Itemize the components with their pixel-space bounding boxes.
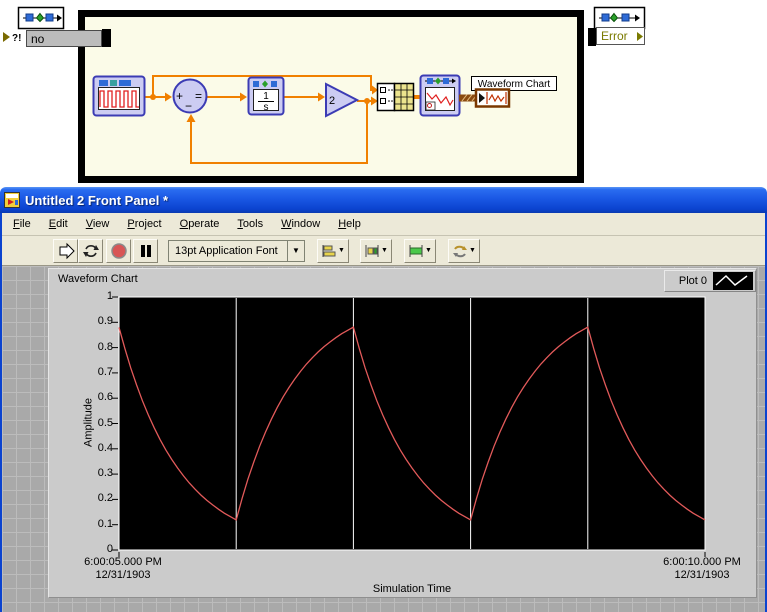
block-diagram: ?! no Error + − = 1 s 2 Waveform Chart <box>3 6 646 183</box>
front-panel-grid: Waveform Chart Plot 0 0 0.1 0.2 0.3 0.4 0.5 0.… <box>2 266 765 612</box>
font-selector-value: 13pt Application Font <box>175 244 278 257</box>
window-body: File Edit View Project Operate Tools Win… <box>0 213 767 612</box>
reorder-objects-button[interactable]: ▼ <box>448 238 480 263</box>
chevron-down-icon: ▼ <box>338 247 345 254</box>
y-axis-tick-label: 0.9 <box>97 315 113 328</box>
run-continuous-button[interactable] <box>78 238 103 263</box>
dynamic-data-wire <box>459 94 478 102</box>
menu-file[interactable]: File <box>4 214 40 235</box>
menu-project[interactable]: Project <box>118 214 170 235</box>
screen: ?! no Error + − = 1 s 2 Waveform Chart U… <box>0 0 767 612</box>
menu-view[interactable]: View <box>77 214 119 235</box>
summation-node[interactable]: + − = <box>172 78 208 114</box>
y-axis-tick-label: 0.1 <box>97 517 113 530</box>
pause-icon <box>140 244 151 257</box>
loop-halt-input-node[interactable]: ?! no <box>3 29 111 47</box>
menu-window[interactable]: Window <box>272 214 329 235</box>
chart-buffer-node[interactable] <box>419 74 461 117</box>
waveform-chart-plot-svg <box>112 296 706 557</box>
align-objects-icon <box>322 244 336 257</box>
block-diagram-window: ?! no Error + − = 1 s 2 Waveform Chart <box>0 0 767 187</box>
legend-line-sample-icon[interactable] <box>713 272 753 290</box>
front-panel-window: Untitled 2 Front Panel * File Edit View … <box>0 187 767 612</box>
y-axis-tick-label: 0.8 <box>97 340 113 353</box>
distribute-objects-icon <box>365 244 379 257</box>
menu-help[interactable]: Help <box>329 214 370 235</box>
y-axis-tick-label: 0.2 <box>97 492 113 505</box>
x-axis-title: Simulation Time <box>372 583 452 595</box>
collector-node[interactable] <box>376 82 415 112</box>
menu-tools[interactable]: Tools <box>228 214 272 235</box>
run-continuous-icon <box>82 244 99 257</box>
run-icon <box>59 242 75 259</box>
y-axis-tick-label: 0.4 <box>97 441 113 454</box>
integrator-denominator: s <box>264 102 269 113</box>
chevron-down-icon: ▼ <box>381 247 388 254</box>
x-axis-end-time: 6:00:10.000 PM <box>663 556 741 568</box>
integrator-node[interactable]: 1 s <box>247 76 285 116</box>
y-axis-tick-label: 0 <box>106 543 113 555</box>
font-selector[interactable]: 13pt Application Font ▼ <box>168 239 305 262</box>
menu-operate[interactable]: Operate <box>171 214 229 235</box>
integrator-numerator: 1 <box>263 91 269 102</box>
menu-edit[interactable]: Edit <box>40 214 77 235</box>
sum-minus-sign: − <box>185 99 192 113</box>
plot-legend[interactable]: Plot 0 <box>664 270 756 292</box>
error-label: Error <box>601 29 628 43</box>
y-axis-tick-label: 0.7 <box>97 365 113 378</box>
resize-objects-button[interactable]: ▼ <box>404 238 436 263</box>
abort-icon <box>110 242 127 259</box>
menu-bar: File Edit View Project Operate Tools Win… <box>2 213 765 236</box>
toolbar: 13pt Application Font ▼ ▼ ▼ ▼ ▼ <box>2 236 765 266</box>
simulation-loop-icon-left <box>17 6 65 30</box>
signal-generator-node[interactable] <box>92 75 146 117</box>
input-prefix: ?! <box>12 33 21 44</box>
x-axis-start-date: 12/31/1903 <box>95 569 151 581</box>
gain-value: 2 <box>329 95 335 107</box>
resize-objects-icon <box>409 244 423 257</box>
y-axis-tick-label: 1 <box>106 290 113 302</box>
loop-tunnel-left <box>102 29 111 47</box>
run-button[interactable] <box>53 238 78 263</box>
sum-equals-sign: = <box>195 89 202 103</box>
chevron-down-icon: ▼ <box>425 247 432 254</box>
reorder-objects-icon <box>453 245 468 257</box>
pause-button[interactable] <box>133 238 158 263</box>
sum-plus-sign: + <box>176 89 183 103</box>
window-title: Untitled 2 Front Panel * <box>25 192 169 208</box>
chevron-down-icon: ▼ <box>469 247 476 254</box>
distribute-objects-button[interactable]: ▼ <box>360 238 392 263</box>
y-axis-tick-label: 0.6 <box>97 391 113 404</box>
plot-area[interactable] <box>118 296 706 551</box>
y-axis-title: Amplitude <box>82 398 95 447</box>
y-axis-tick-label: 0.5 <box>97 416 113 429</box>
align-objects-button[interactable]: ▼ <box>317 238 349 263</box>
loop-error-output-node[interactable]: Error <box>588 27 645 47</box>
input-arrow-icon <box>3 32 10 42</box>
halt-input-value: no <box>31 32 45 46</box>
x-axis-end-date: 12/31/1903 <box>674 569 730 581</box>
waveform-chart-widget[interactable]: Waveform Chart Plot 0 0 0.1 0.2 0.3 0.4 0.5 0.… <box>48 268 757 598</box>
loop-tunnel-right <box>588 28 596 46</box>
labview-app-icon[interactable] <box>4 192 20 208</box>
legend-plot-name: Plot 0 <box>678 275 707 287</box>
abort-button[interactable] <box>106 238 131 263</box>
chevron-down-icon[interactable]: ▼ <box>287 240 304 261</box>
y-axis-tick-label: 0.3 <box>97 467 113 480</box>
window-titlebar[interactable]: Untitled 2 Front Panel * <box>0 187 767 213</box>
x-axis-start-time: 6:00:05.000 PM <box>84 556 162 568</box>
simulation-loop-icon-right <box>593 6 646 30</box>
